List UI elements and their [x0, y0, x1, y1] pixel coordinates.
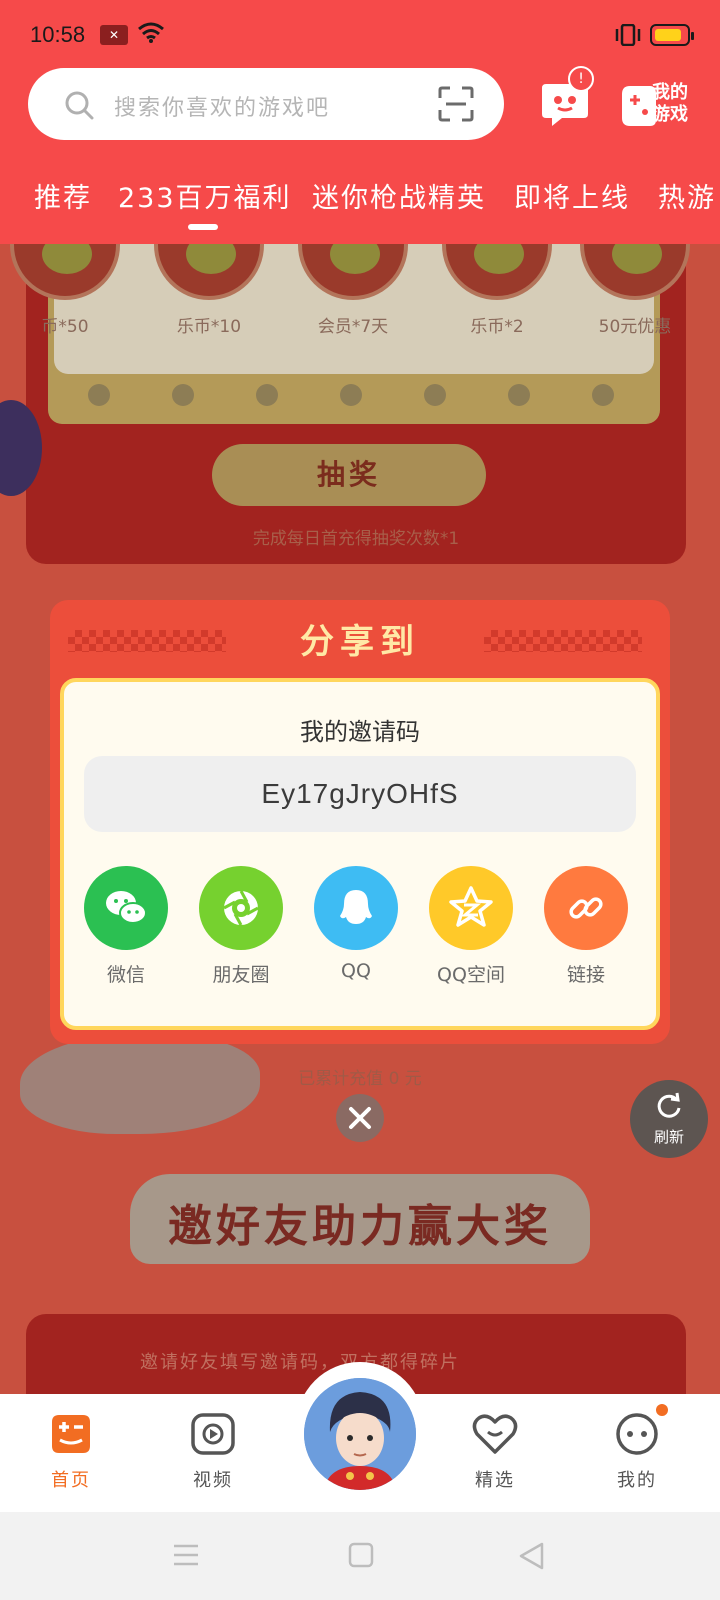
share-dialog-title: 分享到: [300, 622, 420, 662]
profile-notification-dot: [656, 1404, 668, 1416]
tab-233-welfare[interactable]: 233百万福利: [118, 176, 292, 215]
avatar[interactable]: [304, 1378, 416, 1490]
search-bar[interactable]: 搜索你喜欢的游戏吧: [28, 68, 504, 140]
prize-label: 会员*7天: [317, 317, 389, 337]
system-navigation-bar: [0, 1512, 720, 1600]
home-gamepad-icon: [52, 1415, 90, 1453]
qzone-icon: [429, 866, 513, 950]
prize-label: 币*50: [41, 317, 89, 337]
status-bar: 10:58 ✕: [0, 0, 720, 68]
message-badge: !: [568, 66, 594, 92]
share-qzone-button[interactable]: QQ空间: [419, 866, 523, 987]
progress-dot: [592, 384, 614, 406]
accumulated-recharge-text: 已累计充值 0 元: [298, 1069, 422, 1089]
wifi-icon: [138, 22, 164, 43]
share-link-button[interactable]: 链接: [534, 866, 638, 987]
link-icon: [544, 866, 628, 950]
share-moments-button[interactable]: 朋友圈: [189, 866, 293, 987]
nav-profile-label: 我的: [617, 1470, 657, 1491]
tab-mini-gunfight[interactable]: 迷你枪战精英: [312, 176, 486, 215]
invite-card-text: 邀请好友填写邀请码，双方都得碎片: [140, 1352, 460, 1373]
video-icon: [191, 1413, 235, 1455]
vibrate-icon: [615, 24, 641, 46]
moments-icon: [199, 866, 283, 950]
avatar-character-icon: [304, 1378, 416, 1490]
progress-dot: [256, 384, 278, 406]
close-icon: [349, 1107, 371, 1129]
nav-home-label: 首页: [51, 1470, 91, 1491]
tab-coming-soon[interactable]: 即将上线: [514, 176, 630, 215]
search-icon: [65, 91, 94, 120]
scan-icon[interactable]: [438, 86, 474, 122]
share-moments-label: 朋友圈: [212, 964, 270, 986]
nav-profile[interactable]: 我的: [592, 1412, 682, 1492]
nav-video-label: 视频: [193, 1470, 233, 1491]
nav-home[interactable]: 首页: [26, 1412, 116, 1492]
nav-featured[interactable]: 精选: [450, 1412, 540, 1492]
home-square-icon[interactable]: [348, 1542, 374, 1568]
prize-label: 乐币*2: [470, 317, 524, 337]
share-panel: 我的邀请码 Ey17gJryOHfS 微信 朋友圈 QQ QQ空间 链接: [60, 678, 660, 1030]
status-time: 10:58: [30, 22, 86, 47]
top-header: 10:58 ✕ 搜索你喜欢的游戏吧 ! 我的游戏 推荐 233百万福利 迷你枪战…: [0, 0, 720, 244]
progress-dot: [508, 384, 530, 406]
menu-icon[interactable]: [172, 1542, 200, 1568]
nav-featured-label: 精选: [475, 1470, 515, 1491]
tab-recommend[interactable]: 推荐: [34, 176, 92, 215]
back-icon[interactable]: [518, 1542, 544, 1570]
prize-frame: 币*50 乐币*10 会员*7天 乐币*2 50元优惠: [10, 224, 690, 424]
category-tabs: 推荐 233百万福利 迷你枪战精英 即将上线 热游: [0, 176, 720, 226]
prize-list: 币*50 乐币*10 会员*7天 乐币*2 50元优惠: [10, 224, 690, 374]
share-qq-button[interactable]: QQ: [304, 866, 408, 982]
progress-dot: [88, 384, 110, 406]
active-tab-indicator: [188, 224, 218, 230]
share-wechat-button[interactable]: 微信: [74, 866, 178, 987]
progress-dot: [424, 384, 446, 406]
share-wechat-label: 微信: [106, 964, 145, 986]
invite-code-value[interactable]: Ey17gJryOHfS: [84, 756, 636, 832]
tab-hot-games[interactable]: 热游: [658, 176, 716, 215]
refresh-button[interactable]: 刷新: [630, 1080, 708, 1158]
prize-panel: 币*50 乐币*10 会员*7天 乐币*2 50元优惠 抽奖 完成每日首充得抽奖…: [10, 224, 690, 564]
search-placeholder: 搜索你喜欢的游戏吧: [114, 96, 331, 121]
qq-icon: [314, 866, 398, 950]
heart-icon: [472, 1414, 518, 1454]
notification-icon: ✕: [100, 25, 128, 45]
share-dialog: 分享到 我的邀请码 Ey17gJryOHfS 微信 朋友圈 QQ QQ空间 链接: [50, 600, 670, 1044]
wechat-icon: [84, 866, 168, 950]
share-qq-label: QQ: [341, 960, 371, 982]
prize-label: 50元优惠: [598, 317, 672, 337]
invite-code-label: 我的邀请码: [300, 718, 420, 746]
draw-note: 完成每日首充得抽奖次数*1: [252, 529, 460, 549]
share-qzone-label: QQ空间: [437, 964, 505, 986]
profile-icon: [616, 1413, 658, 1455]
refresh-icon: [657, 1092, 681, 1118]
nav-video[interactable]: 视频: [168, 1412, 258, 1492]
prize-label: 乐币*10: [176, 317, 242, 337]
progress-dot: [172, 384, 194, 406]
battery-icon: [650, 24, 694, 46]
progress-dot: [340, 384, 362, 406]
draw-button[interactable]: 抽奖: [212, 444, 486, 506]
share-link-label: 链接: [566, 964, 605, 986]
my-games-label[interactable]: 我的游戏: [652, 82, 696, 126]
close-dialog-button[interactable]: [336, 1094, 384, 1142]
refresh-label: 刷新: [653, 1128, 684, 1146]
invite-title: 邀好友助力赢大奖: [168, 1201, 552, 1252]
